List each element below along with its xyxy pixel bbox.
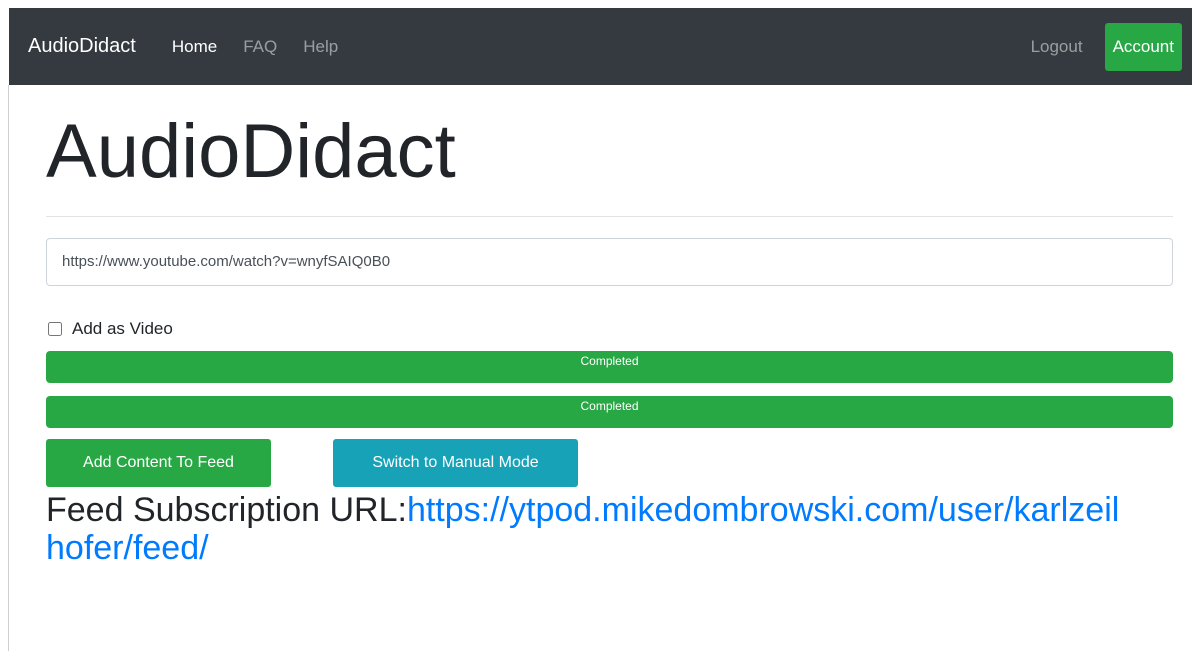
logout-link[interactable]: Logout <box>1031 37 1083 57</box>
navbar-brand[interactable]: AudioDidact <box>28 35 136 58</box>
add-as-video-row: Add as Video <box>46 318 1173 340</box>
feed-subscription-label: Feed Subscription URL: <box>46 490 407 529</box>
viewport-top-edge <box>0 0 1203 8</box>
add-as-video-checkbox[interactable] <box>48 321 62 336</box>
nav-links: Home FAQ Help <box>162 37 354 57</box>
progress-bar-1: Completed <box>46 350 1173 383</box>
nav-right: Logout Account <box>1031 22 1182 71</box>
nav-link-faq[interactable]: FAQ <box>233 37 293 57</box>
add-as-video-label: Add as Video <box>72 318 173 338</box>
page-title: AudioDidact <box>46 109 456 194</box>
nav-link-help[interactable]: Help <box>293 37 354 57</box>
video-url-input[interactable] <box>46 237 1173 286</box>
feed-subscription: Feed Subscription URL:https://ytpod.mike… <box>46 491 1126 567</box>
title-divider <box>46 215 1173 217</box>
browser-viewport: AudioDidact Home FAQ Help Logout Account… <box>0 0 1203 651</box>
progress-bar-2-fill: Completed <box>46 395 1173 428</box>
viewport-left-edge <box>8 85 9 651</box>
top-navbar: AudioDidact Home FAQ Help Logout Account <box>9 8 1192 85</box>
action-buttons: Add Content To Feed Switch to Manual Mod… <box>46 438 1173 487</box>
progress-bar-1-fill: Completed <box>46 350 1173 383</box>
account-button[interactable]: Account <box>1104 22 1182 71</box>
main-content: AudioDidact Add as Video Completed Compl… <box>46 85 1173 567</box>
progress-bar-2: Completed <box>46 395 1173 428</box>
add-content-to-feed-button[interactable]: Add Content To Feed <box>46 438 271 487</box>
nav-link-home[interactable]: Home <box>162 37 233 57</box>
switch-to-manual-mode-button[interactable]: Switch to Manual Mode <box>333 438 578 487</box>
